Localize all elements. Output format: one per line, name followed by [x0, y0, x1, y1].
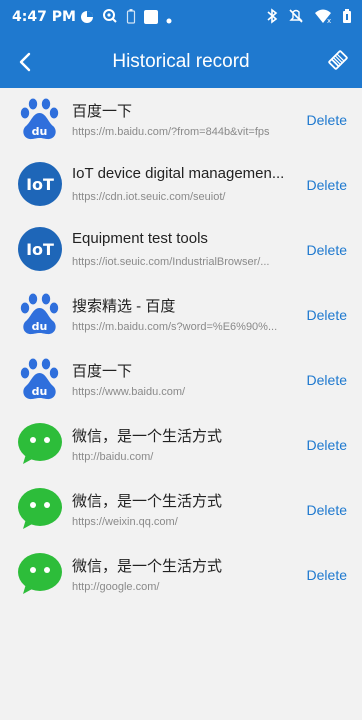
status-time: 4:47 PM — [12, 9, 76, 25]
eraser-icon — [328, 50, 348, 70]
baidu-icon: du — [20, 358, 59, 400]
record-title: 百度一下 — [72, 103, 133, 120]
battery-icon — [342, 8, 352, 28]
record-favicon: du — [17, 356, 63, 402]
svg-text:du: du — [32, 385, 48, 398]
record-title: 搜索精选 - 百度 — [72, 298, 176, 315]
record-favicon: IoT — [17, 161, 63, 207]
record-title: Equipment test tools — [72, 230, 208, 247]
wifi-icon: x — [314, 8, 332, 28]
baidu-icon: du — [20, 98, 59, 140]
history-list: du 百度一下 https://m.baidu.com/?from=844b&vit… — [10, 88, 352, 608]
record-url: https://iot.seuic.com/IndustrialBrowser/… — [72, 256, 270, 268]
delete-button[interactable]: Delete — [307, 177, 347, 193]
record-favicon: du — [17, 291, 63, 337]
delete-button[interactable]: Delete — [307, 502, 347, 518]
wechat-icon — [18, 488, 62, 529]
iot-icon: IoT — [18, 227, 62, 271]
record-favicon — [17, 486, 63, 532]
record-title: 微信，是一个生活方式 — [72, 428, 223, 445]
page-title: Historical record — [112, 51, 250, 72]
delete-button[interactable]: Delete — [307, 372, 347, 388]
battery-status-icon — [126, 8, 136, 28]
history-record[interactable]: du 百度一下 https://www.baidu.com/Delete — [10, 348, 352, 413]
record-title: 百度一下 — [72, 363, 133, 380]
record-favicon — [17, 421, 63, 467]
history-record[interactable]: du 百度一下 https://m.baidu.com/?from=844b&vit… — [10, 88, 352, 153]
record-icon — [80, 9, 94, 28]
delete-button[interactable]: Delete — [307, 567, 347, 583]
record-url: https://www.baidu.com/ — [72, 386, 186, 398]
svg-text:IoT: IoT — [26, 175, 54, 194]
status-bar: 4:47 PM x — [0, 0, 362, 36]
app-bar: Historical record — [0, 36, 362, 88]
record-favicon: IoT — [17, 226, 63, 272]
dot-icon — [166, 9, 172, 28]
delete-button[interactable]: Delete — [307, 112, 347, 128]
record-favicon: du — [17, 96, 63, 142]
record-url: http://baidu.com/ — [72, 451, 154, 463]
wechat-icon — [18, 553, 62, 594]
delete-button[interactable]: Delete — [307, 242, 347, 258]
history-record[interactable]: 微信，是一个生活方式 https://weixin.qq.com/Delete — [10, 478, 352, 543]
mute-icon — [288, 8, 304, 28]
history-record[interactable]: IoT Equipment test tools https://iot.seuic… — [10, 218, 352, 283]
record-url: https://m.baidu.com/s?word=%E6%90%... — [72, 321, 278, 333]
delete-button[interactable]: Delete — [307, 307, 347, 323]
history-record[interactable]: IoT IoT device digital managemen... https:… — [10, 153, 352, 218]
clear-history-button[interactable] — [324, 46, 352, 74]
bluetooth-icon — [266, 8, 278, 28]
history-record[interactable]: 微信，是一个生活方式 http://google.com/Delete — [10, 543, 352, 608]
record-url: http://google.com/ — [72, 581, 160, 593]
status-left-icons — [80, 9, 172, 27]
wechat-icon — [18, 423, 62, 464]
record-url: https://weixin.qq.com/ — [72, 516, 178, 528]
history-record[interactable]: du 搜索精选 - 百度 https://m.baidu.com/s?word=%E… — [10, 283, 352, 348]
record-url: https://cdn.iot.seuic.com/seuiot/ — [72, 191, 226, 203]
svg-text:du: du — [32, 320, 48, 333]
delete-button[interactable]: Delete — [307, 437, 347, 453]
baidu-icon: du — [20, 293, 59, 335]
search-status-icon — [102, 8, 118, 28]
status-right-icons: x — [266, 8, 352, 28]
record-title: IoT device digital managemen... — [72, 165, 285, 182]
record-title: 微信，是一个生活方式 — [72, 493, 223, 510]
history-record[interactable]: 微信，是一个生活方式 http://baidu.com/Delete — [10, 413, 352, 478]
record-title: 微信，是一个生活方式 — [72, 558, 223, 575]
svg-text:du: du — [32, 125, 48, 138]
square-icon — [144, 9, 158, 28]
iot-icon: IoT — [18, 162, 62, 206]
record-favicon — [17, 551, 63, 597]
record-url: https://m.baidu.com/?from=844b&vit=fps — [72, 126, 270, 138]
svg-text:x: x — [327, 17, 331, 24]
svg-text:IoT: IoT — [26, 240, 54, 259]
